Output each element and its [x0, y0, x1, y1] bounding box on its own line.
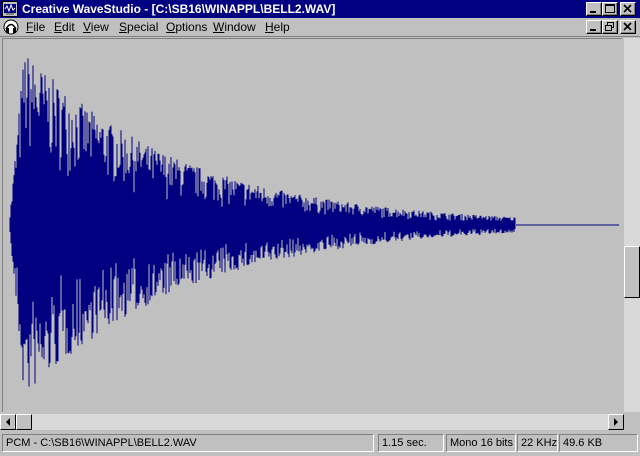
menu-help[interactable]: Help	[265, 20, 290, 35]
waveform-display[interactable]	[2, 38, 622, 412]
document-icon[interactable]	[3, 19, 19, 35]
waveform-signal	[9, 58, 516, 387]
doc-close-button[interactable]	[620, 20, 636, 34]
menu-options[interactable]: Options	[166, 20, 207, 35]
menu-view[interactable]: View	[83, 20, 109, 35]
menu-edit[interactable]: Edit	[54, 20, 75, 35]
menu-file[interactable]: File	[26, 20, 45, 35]
horizontal-scroll-thumb[interactable]	[16, 414, 32, 430]
menu-window[interactable]: Window	[213, 20, 256, 35]
vertical-scrollbar[interactable]	[624, 38, 640, 412]
status-file: PCM - C:\SB16\WINAPPL\BELL2.WAV	[2, 434, 374, 452]
minimize-icon	[590, 11, 596, 13]
close-icon	[623, 4, 632, 13]
app-icon[interactable]	[2, 1, 18, 17]
menu-special[interactable]: Special	[119, 20, 158, 35]
maximize-button[interactable]	[602, 2, 618, 16]
restore-icon	[605, 22, 614, 31]
title-bar[interactable]: Creative WaveStudio - [C:\SB16\WINAPPL\B…	[0, 0, 640, 18]
maximize-icon	[605, 4, 615, 13]
status-size: 49.6 KB	[559, 434, 638, 452]
window-title: Creative WaveStudio - [C:\SB16\WINAPPL\B…	[22, 2, 336, 16]
doc-minimize-button[interactable]	[586, 20, 602, 34]
status-length: 1.15 sec.	[378, 434, 444, 452]
scroll-left-button[interactable]	[0, 414, 16, 430]
status-bar: PCM - C:\SB16\WINAPPL\BELL2.WAV 1.15 sec…	[0, 432, 640, 456]
menu-bar: File Edit View Special Options Window He…	[0, 18, 640, 37]
scroll-right-button[interactable]	[608, 414, 624, 430]
minimize-icon	[590, 29, 596, 31]
right-arrow-icon	[614, 418, 618, 426]
horizontal-scrollbar[interactable]	[0, 414, 624, 430]
status-rate: 22 KHz	[517, 434, 558, 452]
left-arrow-icon	[6, 418, 10, 426]
vertical-scroll-thumb[interactable]	[624, 246, 640, 298]
doc-restore-button[interactable]	[602, 20, 618, 34]
minimize-button[interactable]	[586, 2, 602, 16]
status-format: Mono 16 bits	[446, 434, 516, 452]
close-icon	[623, 22, 632, 31]
close-button[interactable]	[620, 2, 636, 16]
waveform-graph[interactable]	[3, 39, 621, 411]
